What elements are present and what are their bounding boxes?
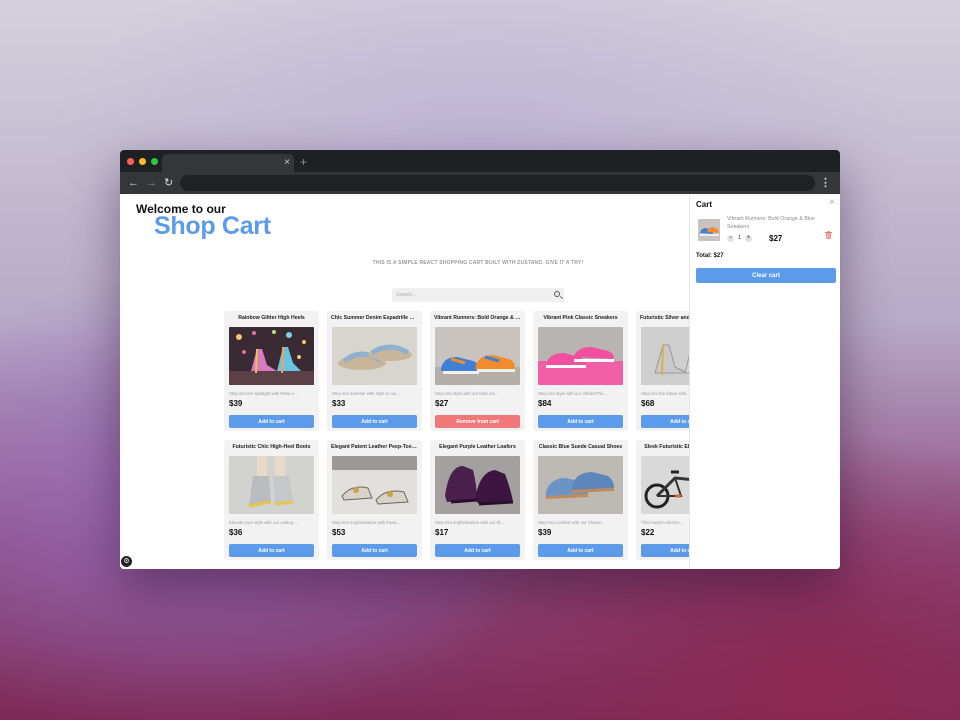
new-tab-icon[interactable]: + (300, 154, 307, 170)
product-price: $39 (229, 399, 243, 408)
cart-panel: Cart × Vibrant Runners: Bold Orange & Bl… (689, 194, 840, 569)
product-card: Classic Blue Suede Casual Shoes Step int… (533, 440, 628, 560)
orange-blue-sneakers-photo (435, 327, 520, 385)
product-title: Vibrant Pink Classic Sneakers (543, 315, 618, 321)
product-description: Step into sophistication with our El... (435, 520, 505, 525)
browser-window: × + ← → ↻ ⋮ Welcome to our Shop Cart THI… (120, 150, 840, 569)
product-title: Classic Blue Suede Casual Shoes (538, 444, 623, 450)
window-controls (127, 158, 158, 165)
product-card: Chic Summer Denim Espadrille Sandals Ste… (327, 311, 422, 431)
cart-item-thumbnail (698, 219, 720, 241)
blue-suede-shoes-photo (538, 456, 623, 514)
tagline: THIS IS A SIMPLE REACT SHOPPING CART BUI… (372, 260, 584, 266)
product-card: Elegant Patent Leather Peep-Toe Pumps St… (327, 440, 422, 560)
add-to-cart-button[interactable]: Add to cart (332, 415, 417, 428)
add-to-cart-button[interactable]: Add to cart (538, 415, 623, 428)
add-to-cart-button[interactable]: Add to cart (229, 544, 314, 557)
increase-quantity-button[interactable]: + (745, 235, 752, 242)
close-icon[interactable]: × (829, 198, 835, 208)
rainbow-heels-photo (229, 327, 314, 385)
product-description: Step into the spotlight with these e... (229, 391, 299, 396)
product-description: Step into sophistication with these... (332, 520, 401, 525)
page-viewport: Welcome to our Shop Cart THIS IS A SIMPL… (120, 194, 840, 569)
browser-toolbar: ← → ↻ ⋮ (120, 172, 840, 194)
product-price: $33 (332, 399, 346, 408)
product-card: Vibrant Runners: Bold Orange & Blue Snea… (430, 311, 525, 431)
add-to-cart-button[interactable]: Add to cart (538, 544, 623, 557)
product-description: Step into comfort with our Classic... (538, 520, 606, 525)
decrease-quantity-button[interactable]: − (727, 235, 734, 242)
cart-item-price: $27 (769, 234, 783, 243)
cart-total: Total: $27 (696, 253, 724, 259)
remove-from-cart-button[interactable]: Remove from cart (435, 415, 520, 428)
browser-menu-icon[interactable]: ⋮ (820, 175, 831, 191)
tab-close-icon[interactable]: × (284, 155, 290, 171)
product-price: $84 (538, 399, 552, 408)
product-title: Elegant Patent Leather Peep-Toe Pumps (331, 444, 418, 450)
peep-toe-pumps-photo (332, 456, 417, 514)
search-input[interactable] (392, 288, 548, 302)
denim-sandals-photo (332, 327, 417, 385)
back-arrow-icon[interactable]: ← (128, 175, 139, 191)
product-price: $68 (641, 399, 655, 408)
chic-boots-photo (229, 456, 314, 514)
product-title: Futuristic Chic High-Heel Boots (232, 444, 311, 450)
reload-icon[interactable]: ↻ (164, 175, 173, 191)
minimize-window-dot[interactable] (139, 158, 146, 165)
brand-title: Shop Cart (154, 212, 271, 240)
product-price: $36 (229, 528, 243, 537)
cart-item-quantity: 1 (738, 235, 742, 241)
devtools-toggle-icon[interactable]: ⚙ (121, 556, 132, 567)
product-description: Step into summer with style in our... (332, 391, 400, 396)
product-card: Rainbow Glitter High Heels Step into the… (224, 311, 319, 431)
close-window-dot[interactable] (127, 158, 134, 165)
product-price: $17 (435, 528, 449, 537)
product-price: $22 (641, 528, 655, 537)
product-price: $27 (435, 399, 449, 408)
product-title: Vibrant Runners: Bold Orange & Blue Snea… (434, 315, 521, 321)
forward-arrow-icon[interactable]: → (146, 175, 157, 191)
product-title: Rainbow Glitter High Heels (238, 315, 305, 321)
cart-title: Cart (696, 200, 713, 209)
product-price: $39 (538, 528, 552, 537)
cart-item-name: Vibrant Runners: Bold Orange & Blue Snea… (727, 216, 815, 230)
product-card: Vibrant Pink Classic Sneakers Step into … (533, 311, 628, 431)
product-description: Step into style with our Vibrant Pin... (538, 391, 607, 396)
search-bar (392, 288, 564, 302)
product-card: Elegant Purple Leather Loafers Step into… (430, 440, 525, 560)
product-description: Elevate your style with our cutting-... (229, 520, 299, 525)
trash-icon[interactable] (825, 226, 832, 239)
pink-sneakers-photo (538, 327, 623, 385)
add-to-cart-button[interactable]: Add to cart (332, 544, 417, 557)
product-description: Step into style with our bold ora... (435, 391, 499, 396)
address-bar[interactable] (180, 175, 815, 191)
product-title: Elegant Purple Leather Loafers (439, 444, 516, 450)
add-to-cart-button[interactable]: Add to cart (229, 415, 314, 428)
purple-loafers-photo (435, 456, 520, 514)
product-price: $53 (332, 528, 346, 537)
clear-cart-button[interactable]: Clear cart (696, 268, 836, 283)
browser-titlebar: × + (120, 150, 840, 172)
product-card: Futuristic Chic High-Heel Boots Elevate … (224, 440, 319, 560)
search-icon[interactable] (554, 291, 560, 297)
product-title: Chic Summer Denim Espadrille Sandals (331, 315, 418, 321)
maximize-window-dot[interactable] (151, 158, 158, 165)
browser-tab[interactable]: × (162, 154, 294, 172)
add-to-cart-button[interactable]: Add to cart (435, 544, 520, 557)
